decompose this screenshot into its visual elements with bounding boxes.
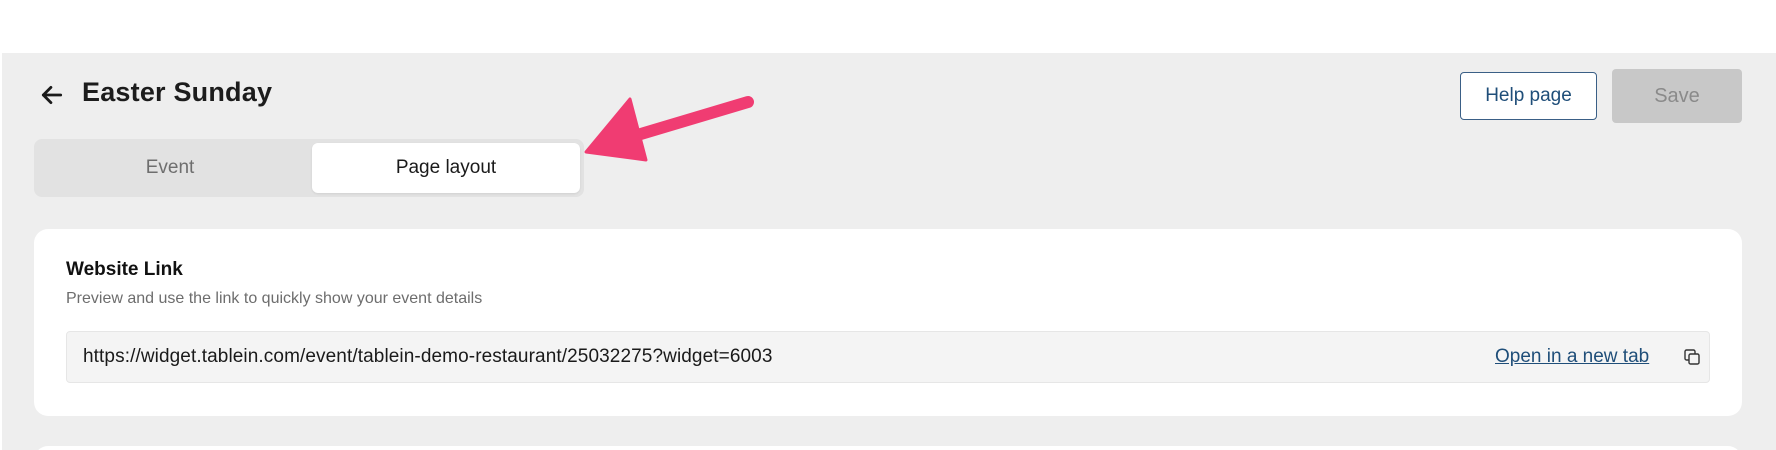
copy-icon <box>1684 349 1700 365</box>
copy-link-button[interactable] <box>1681 346 1703 368</box>
open-in-new-tab-link[interactable]: Open in a new tab <box>1495 346 1649 368</box>
next-section-card <box>34 446 1742 450</box>
back-button[interactable] <box>36 79 68 111</box>
tab-switcher: Event Page layout <box>34 139 584 197</box>
help-page-button[interactable]: Help page <box>1460 72 1597 120</box>
page-title: Easter Sunday <box>82 77 273 107</box>
website-link-url: https://widget.tablein.com/event/tablein… <box>83 346 773 367</box>
website-link-description: Preview and use the link to quickly show… <box>66 290 483 307</box>
website-link-title: Website Link <box>66 259 183 280</box>
top-bar <box>0 0 1776 53</box>
tab-event[interactable]: Event <box>38 143 302 193</box>
event-editor: Easter Sunday Help page Save Event Page … <box>2 53 1776 450</box>
website-link-card: Website Link Preview and use the link to… <box>34 229 1742 416</box>
arrow-left-icon <box>41 86 63 104</box>
annotation-arrow <box>584 96 754 162</box>
website-link-field: https://widget.tablein.com/event/tablein… <box>66 331 1710 383</box>
tab-page-layout[interactable]: Page layout <box>312 143 580 193</box>
save-button[interactable]: Save <box>1612 69 1742 123</box>
